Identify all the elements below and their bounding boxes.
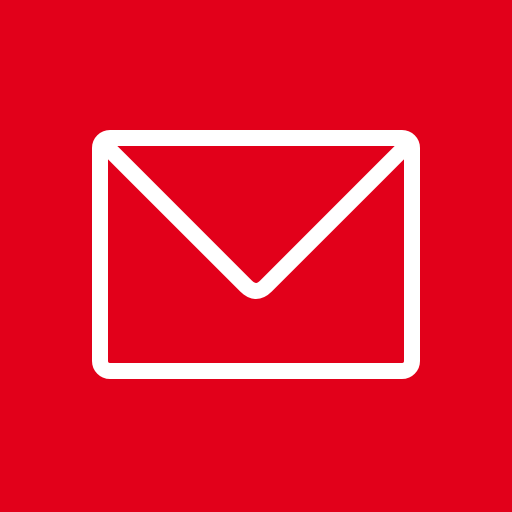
envelope-flap xyxy=(98,138,414,299)
envelope-icon xyxy=(92,130,420,379)
mail-app-icon[interactable] xyxy=(0,0,512,512)
envelope-body xyxy=(92,130,420,379)
